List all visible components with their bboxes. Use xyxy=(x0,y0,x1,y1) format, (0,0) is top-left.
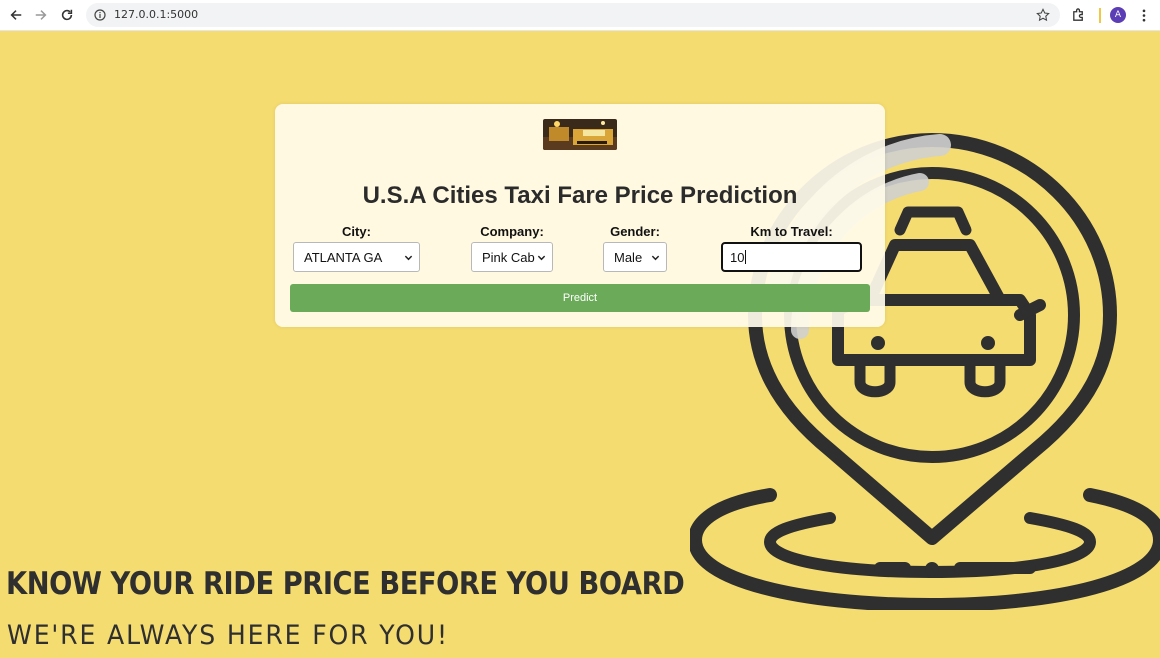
company-select-value: Pink Cab xyxy=(482,249,535,265)
avatar[interactable]: A xyxy=(1110,7,1126,23)
forward-arrow-icon xyxy=(35,10,47,20)
forward-button[interactable] xyxy=(28,2,54,28)
page-title: U.S.A Cities Taxi Fare Price Prediction xyxy=(362,182,798,209)
company-label: Company: xyxy=(480,224,544,239)
star-icon[interactable] xyxy=(1036,8,1050,22)
gender-label: Gender: xyxy=(610,224,660,239)
reload-button[interactable] xyxy=(54,2,80,28)
city-select-value: ATLANTA GA xyxy=(304,249,383,265)
extensions-icon[interactable] xyxy=(1071,8,1086,23)
tagline-main: KNOW YOUR RIDE PRICE BEFORE YOU BOARD xyxy=(6,566,685,602)
back-arrow-icon xyxy=(10,10,22,20)
chevron-down-icon xyxy=(404,255,413,261)
info-icon[interactable] xyxy=(94,9,106,21)
text-cursor xyxy=(745,250,747,264)
kebab-menu-icon[interactable] xyxy=(1137,8,1151,23)
company-select[interactable]: Pink Cab xyxy=(471,242,553,272)
gender-select-value: Male xyxy=(614,249,643,265)
gender-select[interactable]: Male xyxy=(603,242,667,272)
address-bar[interactable]: 127.0.0.1:5000 xyxy=(86,3,1060,27)
tagline-sub: WE'RE ALWAYS HERE FOR YOU! xyxy=(7,620,449,651)
km-input-value: 10 xyxy=(730,249,745,265)
browser-toolbar: 127.0.0.1:5000 A xyxy=(0,0,1160,31)
profile-divider xyxy=(1099,8,1101,23)
url-text: 127.0.0.1:5000 xyxy=(114,8,199,21)
km-input[interactable]: 10 xyxy=(721,242,862,272)
chevron-down-icon xyxy=(651,255,660,261)
chevron-down-icon xyxy=(537,255,546,261)
city-select[interactable]: ATLANTA GA xyxy=(293,242,420,272)
km-label: Km to Travel: xyxy=(750,224,833,239)
reload-icon xyxy=(61,9,73,21)
back-button[interactable] xyxy=(3,2,29,28)
prediction-form-card: U.S.A Cities Taxi Fare Price Prediction … xyxy=(275,104,885,327)
city-label: City: xyxy=(342,224,371,239)
taxi-logo-image xyxy=(543,119,617,150)
predict-button[interactable]: Predict xyxy=(290,284,870,312)
